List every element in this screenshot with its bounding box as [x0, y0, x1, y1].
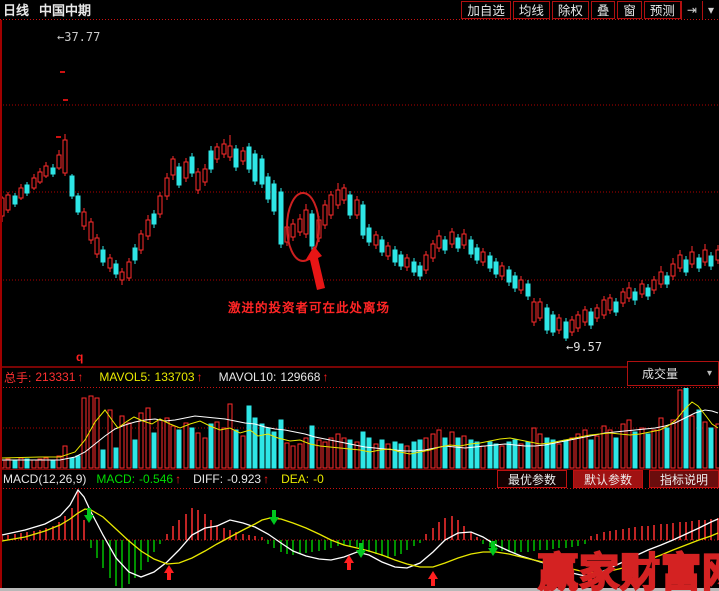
macd-label: MACD:: [96, 472, 135, 486]
indicator-dropdown[interactable]: 成交量 ▾: [627, 361, 719, 386]
mavol10-value: 129668: [280, 370, 320, 384]
forecast-button[interactable]: 预测: [644, 1, 681, 19]
mavol5-label: MAVOL5:: [99, 370, 150, 384]
optimal-params-button[interactable]: 最优参数: [497, 470, 567, 488]
period-label: 日线: [3, 0, 29, 19]
window-button[interactable]: 窗: [617, 1, 642, 19]
volume-header: 总手: 213331 ↑ MAVOL5: 133703 ↑ MAVOL10: 1…: [0, 368, 719, 386]
stock-app-window: 日线 中国中期 加自选 均线 除权 叠 窗 预测 ⇥ ▾ ←37.77 ←9.5…: [0, 0, 719, 591]
volume-label: 总手:: [4, 369, 31, 386]
title-toolbar: 加自选 均线 除权 叠 窗 预测 ⇥ ▾: [459, 1, 719, 19]
q-marker: q: [76, 350, 83, 364]
add-watchlist-button[interactable]: 加自选: [461, 1, 511, 19]
chevron-down-icon: ▾: [707, 368, 712, 379]
up-arrow-icon: ↑: [175, 472, 181, 486]
mavol5-value: 133703: [155, 370, 195, 384]
diff-value: -0.923: [227, 472, 261, 486]
up-arrow-icon: ↑: [77, 370, 83, 384]
moving-average-button[interactable]: 均线: [513, 1, 550, 19]
chart-title: 日线 中国中期: [0, 0, 91, 19]
low-price-label: ←9.57: [566, 340, 602, 354]
dea-label: DEA:: [281, 472, 309, 486]
left-border: [0, 20, 2, 588]
mavol10-label: MAVOL10:: [219, 370, 277, 384]
overlay-button[interactable]: 叠: [591, 1, 616, 19]
chevron-down-icon[interactable]: ▾: [702, 1, 719, 19]
indicator-help-button[interactable]: 指标说明: [649, 470, 719, 488]
jump-to-end-icon[interactable]: ⇥: [681, 1, 702, 19]
exit-point-annotation: 激进的投资者可在此处离场: [228, 297, 390, 316]
macd-value: -0.546: [139, 472, 173, 486]
up-arrow-icon: ↑: [322, 370, 328, 384]
symbol-name: 中国中期: [39, 0, 91, 19]
watermark-text: 赢家财富网: [538, 540, 719, 591]
macd-toolbar: 最优参数 默认参数 指标说明: [491, 470, 719, 488]
title-bar: 日线 中国中期 加自选 均线 除权 叠 窗 预测 ⇥ ▾: [0, 0, 719, 19]
volume-value: 213331: [35, 370, 75, 384]
up-arrow-icon: ↑: [263, 472, 269, 486]
macd-header: MACD(12,26,9) MACD: -0.546 ↑ DIFF: -0.92…: [0, 470, 719, 488]
macd-title: MACD(12,26,9): [3, 472, 86, 486]
ex-rights-button[interactable]: 除权: [552, 1, 589, 19]
indicator-dropdown-label: 成交量: [642, 365, 678, 382]
default-params-button[interactable]: 默认参数: [573, 470, 643, 488]
dea-value: -0: [313, 472, 324, 486]
high-price-label: ←37.77: [57, 30, 100, 44]
diff-label: DIFF:: [193, 472, 223, 486]
volume-chart[interactable]: [0, 388, 719, 469]
up-arrow-icon: ↑: [197, 370, 203, 384]
